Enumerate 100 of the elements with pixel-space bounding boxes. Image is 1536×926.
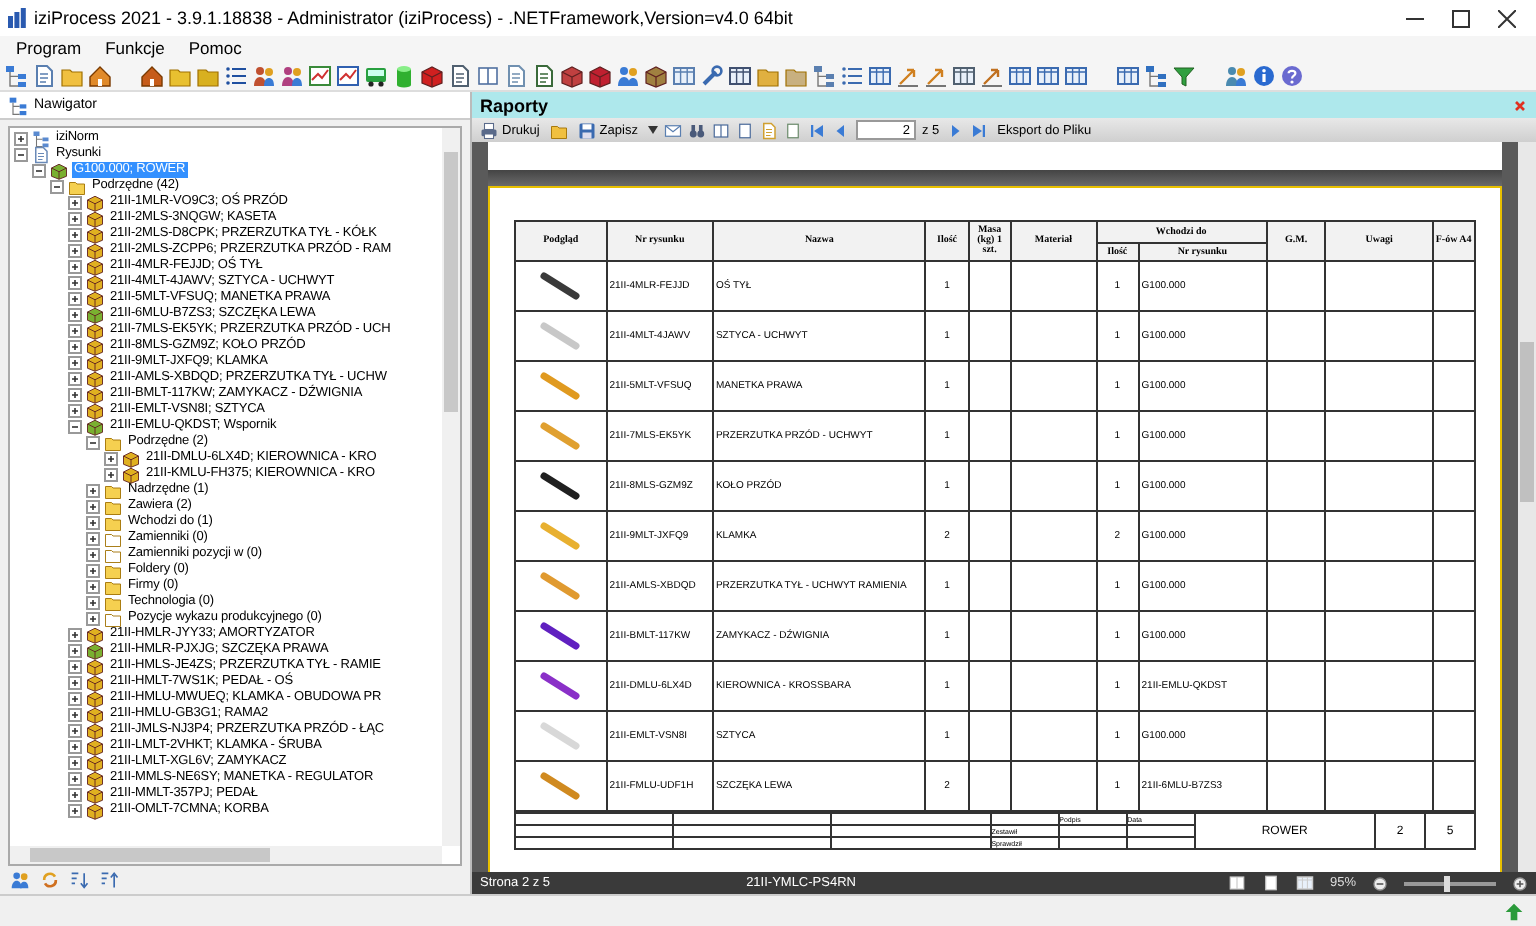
hierarchy-icon[interactable] xyxy=(1144,63,1168,87)
document-icon[interactable] xyxy=(448,63,472,87)
expand-toggle[interactable] xyxy=(86,483,100,497)
expand-toggle[interactable] xyxy=(86,547,100,561)
expand-toggle[interactable] xyxy=(86,595,100,609)
table-icon[interactable] xyxy=(1064,63,1088,87)
maximize-button[interactable] xyxy=(1452,9,1470,27)
people-icon[interactable] xyxy=(1224,63,1248,87)
binoculars-icon[interactable] xyxy=(687,121,706,139)
list-icon[interactable] xyxy=(224,63,248,87)
expand-toggle[interactable] xyxy=(68,787,82,801)
hierarchy-icon[interactable] xyxy=(812,63,836,87)
refresh-icon[interactable] xyxy=(40,870,60,890)
arrow-icon[interactable] xyxy=(980,63,1004,87)
last-page-icon[interactable] xyxy=(969,121,988,139)
slider-thumb[interactable] xyxy=(1444,875,1451,891)
expand-toggle[interactable] xyxy=(68,627,82,641)
chart-icon[interactable] xyxy=(336,63,360,87)
expand-toggle[interactable] xyxy=(68,195,82,209)
chart-icon[interactable] xyxy=(308,63,332,87)
collapse-toggle[interactable] xyxy=(14,147,28,161)
expand-toggle[interactable] xyxy=(68,659,82,673)
collapse-toggle[interactable] xyxy=(68,419,82,433)
wrench-icon[interactable] xyxy=(700,63,724,87)
expand-toggle[interactable] xyxy=(68,259,82,273)
truck-icon[interactable] xyxy=(364,63,388,87)
expand-toggle[interactable] xyxy=(68,691,82,705)
expand-toggle[interactable] xyxy=(68,339,82,353)
expand-toggle[interactable] xyxy=(68,387,82,401)
document-icon[interactable] xyxy=(532,63,556,87)
menu-item[interactable]: Funkcje xyxy=(105,38,165,58)
expand-toggle[interactable] xyxy=(68,227,82,241)
people-icon[interactable] xyxy=(10,870,30,890)
box-icon[interactable] xyxy=(420,63,444,87)
table-icon[interactable] xyxy=(1116,63,1140,87)
expand-toggle[interactable] xyxy=(68,323,82,337)
expand-toggle[interactable] xyxy=(68,739,82,753)
expand-toggle[interactable] xyxy=(68,275,82,289)
expand-toggle[interactable] xyxy=(68,307,82,321)
house-icon[interactable] xyxy=(140,63,164,87)
expand-toggle[interactable] xyxy=(104,467,118,481)
collapse-toggle[interactable] xyxy=(50,179,64,193)
expand-toggle[interactable] xyxy=(68,403,82,417)
page-icon[interactable] xyxy=(1261,874,1280,892)
document-icon[interactable] xyxy=(32,63,56,87)
expand-toggle[interactable] xyxy=(104,451,118,465)
expand-toggle[interactable] xyxy=(68,755,82,769)
people-icon[interactable] xyxy=(280,63,304,87)
expand-toggle[interactable] xyxy=(68,707,82,721)
arrow-icon[interactable] xyxy=(924,63,948,87)
envelope-icon[interactable] xyxy=(663,121,682,139)
expand-toggle[interactable] xyxy=(86,579,100,593)
house-icon[interactable] xyxy=(88,63,112,87)
expand-toggle[interactable] xyxy=(68,675,82,689)
expand-toggle[interactable] xyxy=(68,371,82,385)
close-icon[interactable] xyxy=(1512,97,1528,113)
zoom-in-icon[interactable] xyxy=(1512,875,1528,891)
expand-toggle[interactable] xyxy=(86,499,100,513)
vertical-scrollbar[interactable] xyxy=(1518,142,1536,872)
table-icon[interactable] xyxy=(952,63,976,87)
arrow-icon[interactable] xyxy=(896,63,920,87)
collapse-toggle[interactable] xyxy=(32,163,46,177)
first-page-icon[interactable] xyxy=(807,121,826,139)
expand-toggle[interactable] xyxy=(86,531,100,545)
table-icon[interactable] xyxy=(1008,63,1032,87)
expand-toggle[interactable] xyxy=(68,803,82,817)
collapse-toggle[interactable] xyxy=(86,435,100,449)
box-icon[interactable] xyxy=(560,63,584,87)
expand-toggle[interactable] xyxy=(68,771,82,785)
menu-item[interactable]: Pomoc xyxy=(188,38,242,58)
expand-toggle[interactable] xyxy=(68,291,82,305)
document-icon[interactable] xyxy=(504,63,528,87)
close-button[interactable] xyxy=(1498,9,1516,27)
menu-item[interactable]: Program xyxy=(16,38,82,58)
expand-toggle[interactable] xyxy=(68,643,82,657)
sort-down-icon[interactable] xyxy=(70,870,90,890)
hierarchy-icon[interactable] xyxy=(4,63,28,87)
table-icon[interactable] xyxy=(1036,63,1060,87)
list-icon[interactable] xyxy=(840,63,864,87)
people-icon[interactable] xyxy=(616,63,640,87)
expand-toggle[interactable] xyxy=(68,355,82,369)
expand-toggle[interactable] xyxy=(68,211,82,225)
expand-toggle[interactable] xyxy=(86,611,100,625)
expand-toggle[interactable] xyxy=(14,131,28,145)
box-icon[interactable] xyxy=(588,63,612,87)
box-icon[interactable] xyxy=(644,63,668,87)
info-icon[interactable] xyxy=(1252,63,1276,87)
people-icon[interactable] xyxy=(252,63,276,87)
vertical-scrollbar[interactable] xyxy=(442,128,460,846)
expand-toggle[interactable] xyxy=(68,723,82,737)
dropdown-caret-icon[interactable] xyxy=(647,126,658,134)
table-icon[interactable] xyxy=(728,63,752,87)
expand-toggle[interactable] xyxy=(86,515,100,529)
table-icon[interactable] xyxy=(868,63,892,87)
help-icon[interactable] xyxy=(1280,63,1304,87)
zoom-out-icon[interactable] xyxy=(1372,875,1388,891)
sort-up-icon[interactable] xyxy=(100,870,120,890)
up-arrow-icon[interactable] xyxy=(1504,902,1524,922)
expand-toggle[interactable] xyxy=(68,243,82,257)
horizontal-scrollbar[interactable] xyxy=(10,846,442,864)
